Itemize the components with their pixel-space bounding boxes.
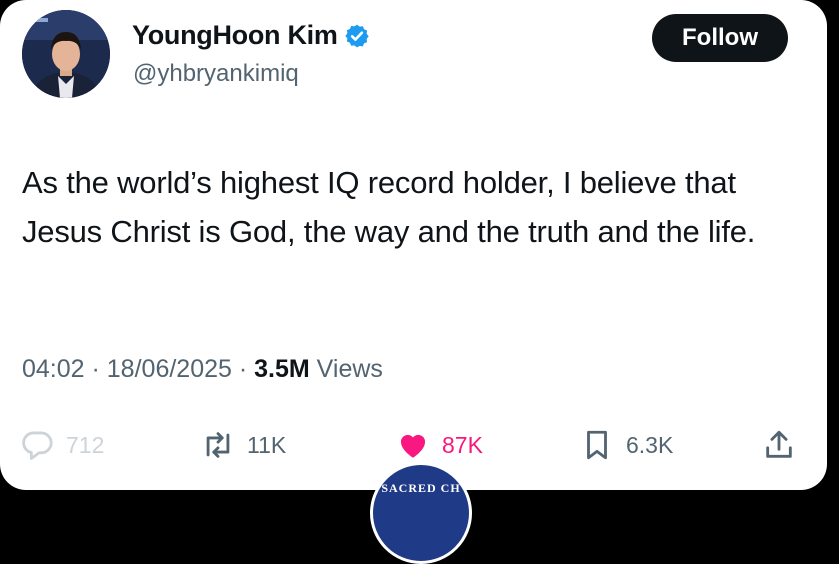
- like-count: 87K: [442, 431, 483, 458]
- bookmark-count: 6.3K: [626, 431, 674, 458]
- avatar-photo: [22, 10, 110, 98]
- tweet-text: As the world’s highest IQ record holder,…: [22, 165, 756, 249]
- follow-button[interactable]: Follow: [652, 14, 788, 62]
- verified-badge-icon: [344, 24, 369, 47]
- share-icon: [766, 430, 792, 458]
- tweet-card: YoungHoon Kim @yhbryankimiq Follow As th…: [0, 0, 827, 490]
- bookmark-icon: [587, 430, 607, 460]
- share-button[interactable]: [762, 428, 796, 462]
- like-button[interactable]: 87K: [396, 428, 483, 462]
- reply-button[interactable]: 712: [20, 428, 104, 462]
- bookmark-button[interactable]: 6.3K: [580, 428, 673, 462]
- watermark-logo: SACRED CH: [370, 462, 472, 564]
- avatar[interactable]: [22, 10, 110, 98]
- repost-count: 11K: [247, 431, 287, 458]
- repost-button[interactable]: 11K: [201, 428, 286, 462]
- tweet-time[interactable]: 04:02: [22, 355, 85, 383]
- tweet-meta: 04:02 · 18/06/2025 · 3.5M Views: [22, 355, 383, 384]
- repost-icon: [206, 432, 230, 458]
- meta-separator: ·: [231, 355, 255, 383]
- user-handle[interactable]: @yhbryankimiq: [133, 60, 299, 88]
- meta-separator: ·: [84, 355, 107, 383]
- display-name[interactable]: YoungHoon Kim: [132, 20, 338, 51]
- views-label: Views: [309, 355, 383, 383]
- views-count: 3.5M: [254, 355, 310, 383]
- name-row: YoungHoon Kim: [132, 20, 370, 51]
- watermark-text: SACRED CH: [381, 481, 461, 495]
- reply-icon: [22, 431, 53, 460]
- tweet-date[interactable]: 18/06/2025: [107, 355, 232, 383]
- reply-count: 712: [66, 431, 105, 458]
- heart-icon: [400, 434, 426, 458]
